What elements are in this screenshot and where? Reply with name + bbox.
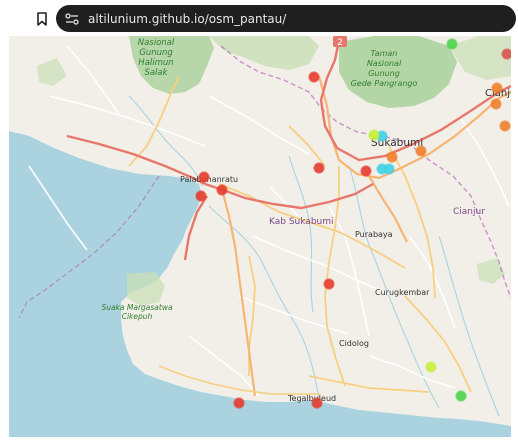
map-marker[interactable] [195, 190, 207, 202]
svg-text:Taman: Taman [371, 49, 398, 58]
map-marker[interactable] [311, 397, 323, 409]
place-label-curugkembar: Curugkembar [375, 288, 430, 297]
map-marker[interactable] [386, 151, 398, 163]
map-marker[interactable] [415, 145, 427, 157]
admin-label-kab-sukabumi: Kab Sukabumi [269, 217, 334, 227]
svg-text:Cikepuh: Cikepuh [122, 312, 153, 321]
address-bar[interactable]: altilunium.github.io/osm_pantau/ [56, 5, 516, 32]
map-marker[interactable] [313, 162, 325, 174]
map-marker[interactable] [360, 165, 372, 177]
map-marker[interactable] [455, 390, 467, 402]
road-number-badge: 2 [333, 36, 347, 48]
map-view[interactable]: 2 Nasional Gunung Halimun Salak Taman Na… [9, 36, 511, 437]
svg-text:Salak: Salak [144, 68, 168, 78]
map-canvas[interactable]: 2 Nasional Gunung Halimun Salak Taman Na… [9, 36, 511, 437]
page-bottom [0, 437, 518, 444]
svg-text:Gede Pangrango: Gede Pangrango [351, 79, 418, 88]
map-marker[interactable] [425, 361, 437, 373]
svg-text:Gunung: Gunung [368, 69, 400, 78]
svg-text:Halimun: Halimun [138, 58, 173, 68]
map-marker[interactable] [491, 82, 503, 94]
admin-label-cianjur: Cianjur [453, 207, 485, 217]
place-label-purabaya: Purabaya [355, 230, 393, 239]
site-settings-icon[interactable] [64, 11, 80, 27]
svg-text:Nasional: Nasional [367, 59, 402, 68]
svg-text:2: 2 [337, 38, 343, 48]
map-marker[interactable] [499, 120, 511, 132]
browser-toolbar: altilunium.github.io/osm_pantau/ [0, 0, 518, 36]
bookmark-icon[interactable] [34, 11, 50, 27]
svg-text:Nasional: Nasional [138, 38, 175, 48]
map-marker[interactable] [446, 38, 458, 50]
place-label-cidolog: Cidolog [339, 339, 369, 348]
url-text[interactable]: altilunium.github.io/osm_pantau/ [88, 12, 286, 26]
map-marker[interactable] [216, 184, 228, 196]
map-marker[interactable] [323, 278, 335, 290]
svg-text:Suaka Margasatwa: Suaka Margasatwa [101, 303, 173, 312]
svg-text:Gunung: Gunung [139, 48, 173, 58]
map-marker[interactable] [501, 48, 511, 60]
map-marker[interactable] [368, 129, 380, 141]
map-marker[interactable] [383, 163, 395, 175]
map-marker[interactable] [490, 98, 502, 110]
map-marker[interactable] [233, 397, 245, 409]
map-marker[interactable] [198, 171, 210, 183]
map-marker[interactable] [308, 71, 320, 83]
